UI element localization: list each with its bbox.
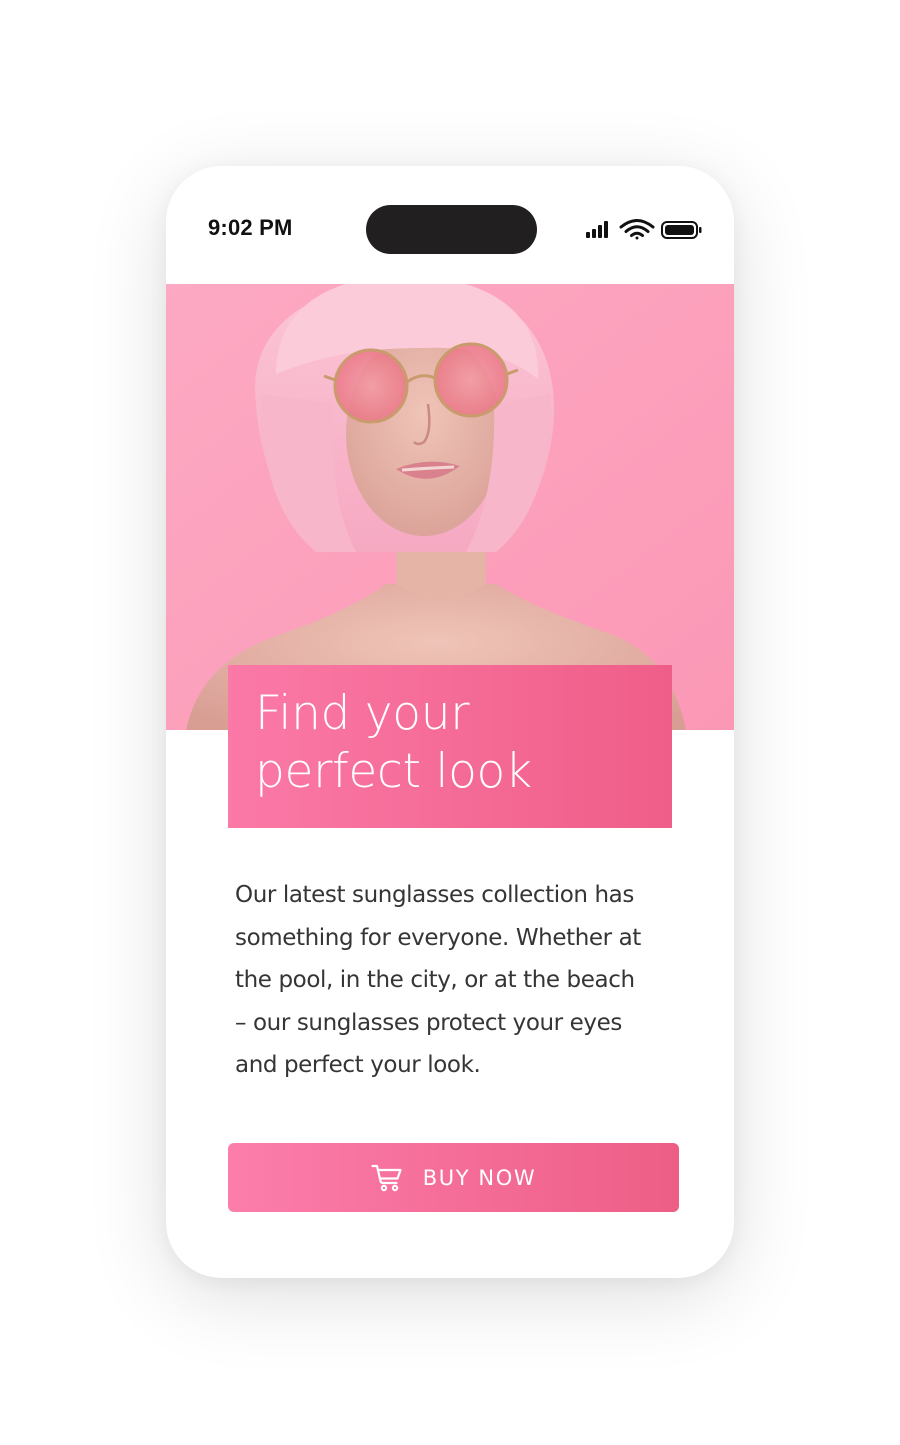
description-line: – our sunglasses protect your eyes <box>235 1009 622 1036</box>
description-line: the pool, in the city, or at the beach <box>235 967 635 993</box>
woman-sunglasses-photo <box>166 284 734 730</box>
product-description: Our latest sunglasses collection has som… <box>235 874 685 1087</box>
dynamic-island <box>366 205 537 254</box>
headline-box: Find your perfect look <box>228 665 672 828</box>
cellular-signal-icon <box>586 221 608 238</box>
headline-line-1: Find your <box>255 686 470 741</box>
description-line: something for everyone. Whether at <box>235 924 641 951</box>
buy-now-label: BUY NOW <box>422 1165 537 1190</box>
status-time: 9:02 PM <box>208 215 293 240</box>
battery-icon <box>661 221 702 239</box>
description-line: Our latest sunglasses collection has <box>235 882 634 908</box>
hero-image <box>166 284 734 730</box>
shopping-cart-icon <box>371 1164 402 1191</box>
wifi-icon <box>619 219 655 240</box>
status-bar: 9:02 PM <box>166 166 734 284</box>
buy-now-button[interactable]: BUY NOW <box>228 1143 679 1212</box>
description-line: and perfect your look. <box>235 1052 481 1078</box>
phone-frame: 9:02 PM Find your perfect look Our lates… <box>166 166 734 1278</box>
headline-line-2: perfect look <box>255 744 532 799</box>
status-icons <box>586 219 702 240</box>
